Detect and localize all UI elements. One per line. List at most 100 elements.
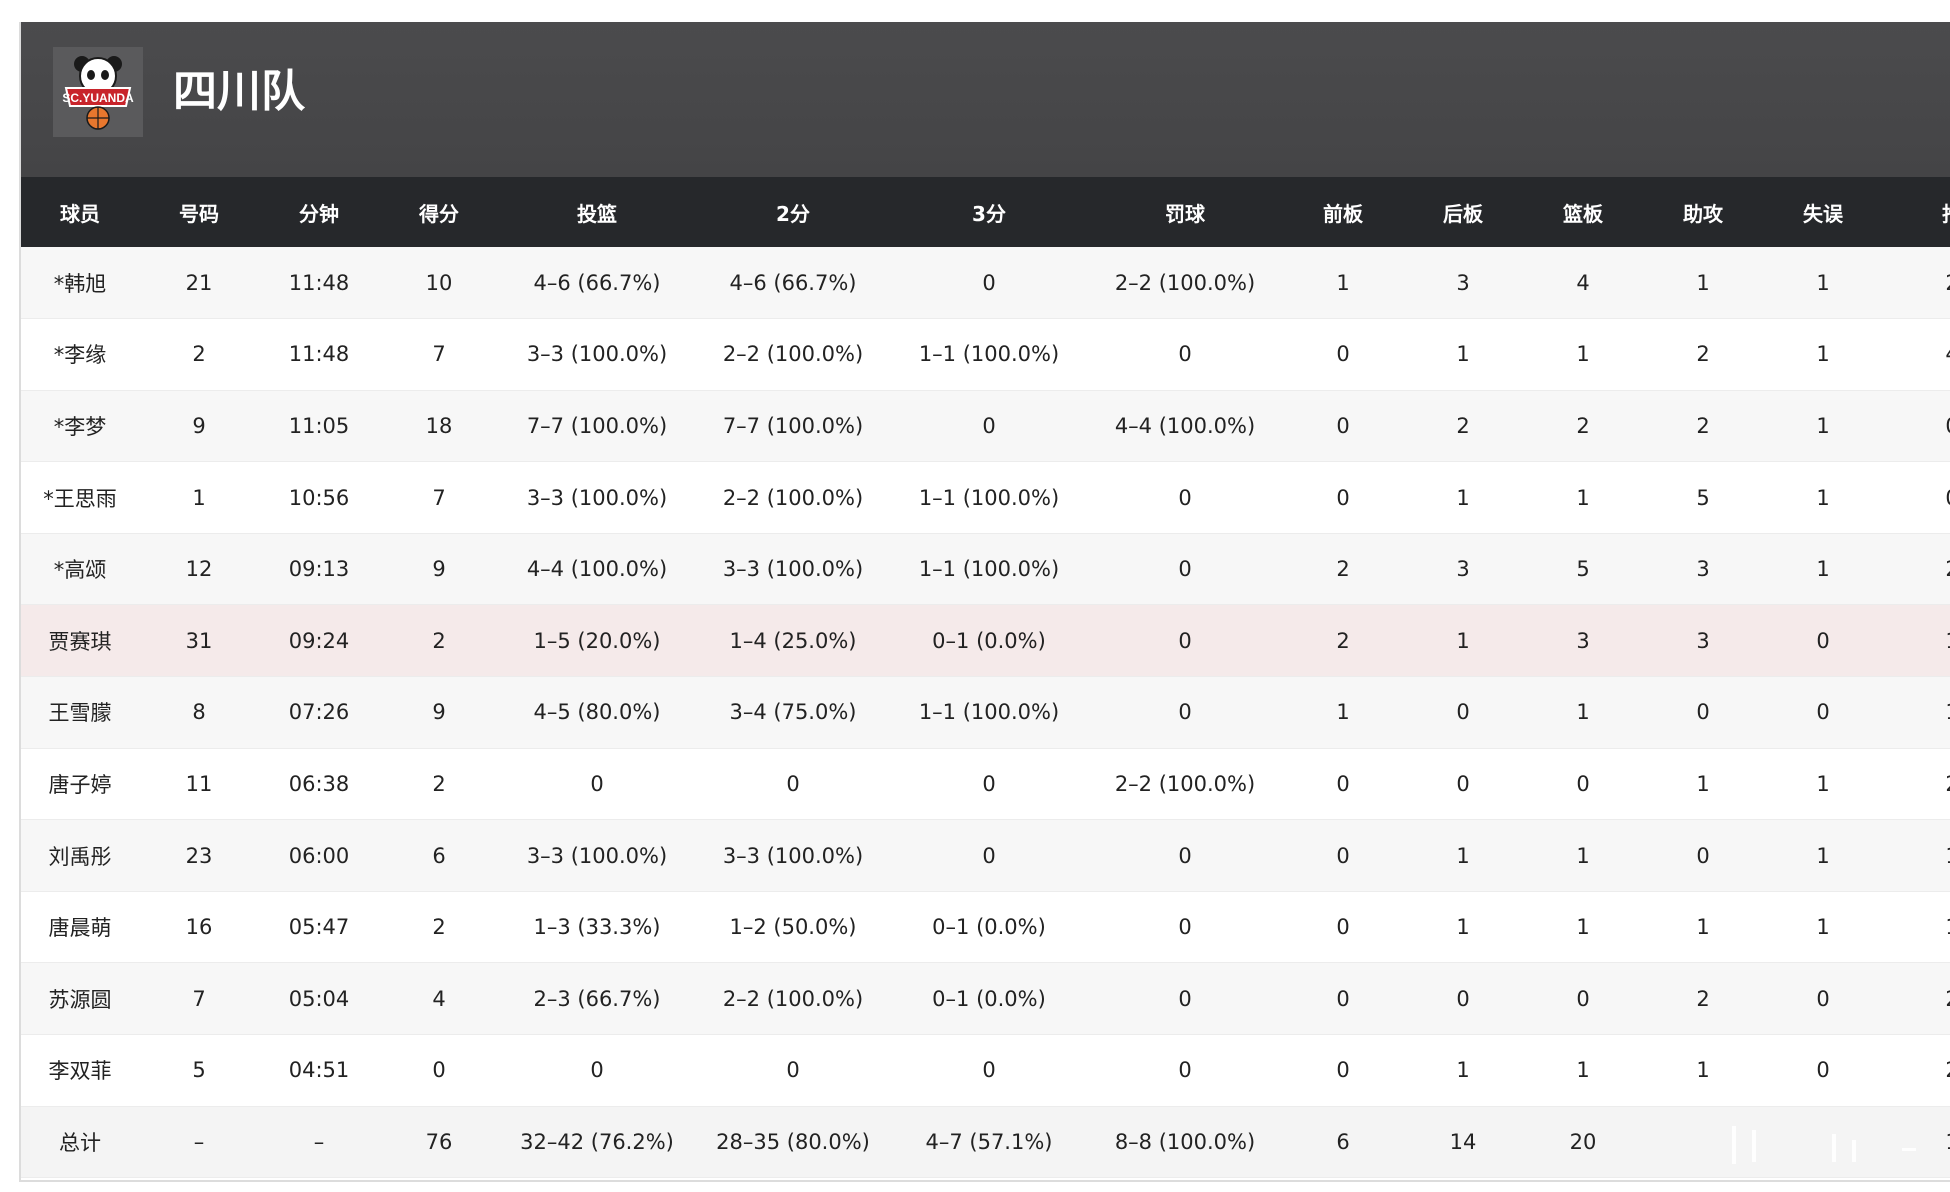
stat-cell: 2 [1643, 318, 1763, 391]
player-row[interactable]: 贾赛琪 31 09:24 2 1–5 (20.0%) 1–4 (25.0%) 0–1 (0.… [21, 604, 1950, 678]
stat-cell: 05:47 [259, 891, 379, 964]
column-header[interactable]: 助攻 [1643, 177, 1763, 247]
stat-cell: 1 [1763, 390, 1883, 463]
column-header[interactable]: 投篮 [499, 177, 695, 247]
column-header[interactable]: 3分 [891, 177, 1087, 247]
player-row[interactable]: 刘禹彤 23 06:00 6 3–3 (100.0%) 3–3 (100.0%) 0 0 0 1 1… [21, 819, 1950, 892]
stat-cell: 0 [1087, 891, 1283, 964]
stat-cell: 0 [499, 748, 695, 821]
stat-cell: 1 [1403, 461, 1523, 534]
stat-cell: 1–2 (50.0%) [695, 891, 891, 964]
stat-cell: 3–3 (100.0%) [499, 318, 695, 391]
stat-cell: 11:05 [259, 390, 379, 463]
stat-cell: 1 [1643, 1034, 1763, 1107]
stat-cell: 0 [1763, 676, 1883, 749]
stat-cell: 0 [1283, 748, 1403, 821]
total-cell: 20 [1523, 1106, 1643, 1179]
stat-cell: 1 [1883, 891, 1950, 964]
stat-cell: 1 [1763, 318, 1883, 391]
column-header[interactable]: 罚球 [1087, 177, 1283, 247]
total-cell [1643, 1106, 1763, 1179]
stat-cell: 1 [1403, 819, 1523, 892]
stat-cell: 1 [1883, 604, 1950, 678]
stat-cell: 0 [1763, 962, 1883, 1036]
stat-cell: 1 [1283, 676, 1403, 749]
stat-cell: 0 [1763, 1034, 1883, 1107]
stat-cell: 0 [695, 1034, 891, 1107]
stat-cell: 4 [1523, 247, 1643, 320]
stat-cell: 21 [139, 247, 259, 320]
player-row[interactable]: 唐晨萌 16 05:47 2 1–3 (33.3%) 1–2 (50.0%) 0–1 (0.… [21, 891, 1950, 964]
stat-cell: 0 [499, 1034, 695, 1107]
stat-cell: 0 [891, 247, 1087, 320]
stat-cell: 2 [1643, 962, 1763, 1036]
total-cell: 1 [1883, 1106, 1950, 1179]
total-label: 总计 [21, 1106, 139, 1179]
stat-cell: 2 [1403, 390, 1523, 463]
column-header[interactable]: 得分 [379, 177, 499, 247]
stat-cell: 2 [379, 748, 499, 821]
stat-cell: 3–3 (100.0%) [695, 819, 891, 892]
stat-cell: 0 [1643, 676, 1763, 749]
column-header[interactable]: 号码 [139, 177, 259, 247]
stat-cell: 18 [379, 390, 499, 463]
stat-cell: 0 [891, 1034, 1087, 1107]
column-header[interactable]: 2分 [695, 177, 891, 247]
stat-cell: 8 [139, 676, 259, 749]
column-header[interactable]: 失误 [1763, 177, 1883, 247]
stat-cell: 1 [1763, 819, 1883, 892]
total-cell: – [259, 1106, 379, 1179]
stat-cell: 3–3 (100.0%) [499, 461, 695, 534]
stat-cell: 1 [1643, 891, 1763, 964]
column-header[interactable]: 球员 [21, 177, 139, 247]
team-header: SC.YUANDA 四川队 [21, 22, 1950, 177]
column-header[interactable]: 后板 [1403, 177, 1523, 247]
stat-cell: 0 [379, 1034, 499, 1107]
stat-cell: 7–7 (100.0%) [695, 390, 891, 463]
stat-cell: 7 [379, 318, 499, 391]
total-cell: 14 [1403, 1106, 1523, 1179]
player-row[interactable]: *王思雨 1 10:56 7 3–3 (100.0%) 2–2 (100.0%) 1–1 (… [21, 461, 1950, 534]
player-name: 刘禹彤 [21, 819, 139, 892]
player-row[interactable]: 唐子婷1106:3820002–2 (100.0%)000112 [21, 748, 1950, 821]
column-header[interactable]: 抢 [1883, 177, 1950, 247]
stat-cell: 3 [1643, 533, 1763, 606]
stat-cell: 1 [1523, 461, 1643, 534]
player-row[interactable]: *高颂 12 09:13 9 4–4 (100.0%) 3–3 (100.0%) 1–1 (… [21, 533, 1950, 606]
column-header[interactable]: 分钟 [259, 177, 379, 247]
stat-cell: 2 [1283, 533, 1403, 606]
stat-cell: 2 [379, 891, 499, 964]
stat-cell: 4–5 (80.0%) [499, 676, 695, 749]
table-header-row: 球员号码分钟得分投篮2分3分罚球前板后板篮板助攻失误抢 [21, 177, 1950, 247]
total-cell: – [139, 1106, 259, 1179]
stat-cell: 09:24 [259, 604, 379, 678]
stat-cell: 0–1 (0.0%) [891, 604, 1087, 678]
stat-cell: 0 [695, 748, 891, 821]
player-row[interactable]: 李双菲504:5100000011102 [21, 1034, 1950, 1107]
stat-cell: 7 [379, 461, 499, 534]
stat-cell: 2 [1883, 1034, 1950, 1107]
column-header[interactable]: 篮板 [1523, 177, 1643, 247]
player-row[interactable]: *李缘 2 11:48 7 3–3 (100.0%) 2–2 (100.0%) 1–1 (1… [21, 318, 1950, 391]
stat-cell: 0 [891, 748, 1087, 821]
stat-cell: 2–3 (66.7%) [499, 962, 695, 1036]
column-header[interactable]: 前板 [1283, 177, 1403, 247]
player-row[interactable]: *李梦 9 11:05 18 7–7 (100.0%) 7–7 (100.0%) 0 4–4 … [21, 390, 1950, 463]
stat-cell: 0 [1087, 318, 1283, 391]
team-logo: SC.YUANDA [53, 47, 143, 137]
stat-cell: 1 [1883, 819, 1950, 892]
player-row[interactable]: 苏源圆 7 05:04 4 2–3 (66.7%) 2–2 (100.0%) 0–1 (0.… [21, 962, 1950, 1036]
total-cell: 76 [379, 1106, 499, 1179]
player-row[interactable]: *韩旭 21 11:48 10 4–6 (66.7%) 4–6 (66.7%) 0 2–2 (… [21, 247, 1950, 320]
stat-cell: 5 [139, 1034, 259, 1107]
stat-cell: 0 [1283, 819, 1403, 892]
total-row: 总计 – –76 32–42 (76.2%) 28–35 (80.0%) 4–7 (57.… [21, 1106, 1950, 1179]
stat-cell: 2 [1283, 604, 1403, 678]
player-name: *韩旭 [21, 247, 139, 320]
player-row[interactable]: 王雪朦 8 07:26 9 4–5 (80.0%) 3–4 (75.0%) 1–1 (100… [21, 676, 1950, 749]
player-stats-table: 球员号码分钟得分投篮2分3分罚球前板后板篮板助攻失误抢 *韩旭2111:4810… [21, 177, 1950, 1179]
player-name: 唐子婷 [21, 748, 139, 821]
stat-cell: 0 [1283, 891, 1403, 964]
stat-cell: 0 [1283, 962, 1403, 1036]
player-name: 王雪朦 [21, 676, 139, 749]
